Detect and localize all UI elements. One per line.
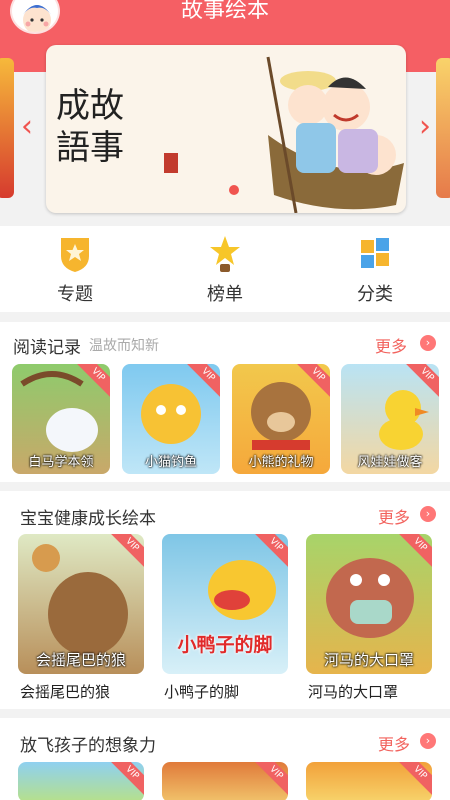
book-cover-title: 小熊的礼物 [248,455,314,470]
shield-star-icon [61,238,89,272]
carousel-indicator-dot[interactable] [229,185,239,195]
book-cover-title: 风娃娃做客 [357,455,423,470]
category-label: 专题 [57,284,93,305]
more-link[interactable]: 更多 [375,333,407,357]
book-cover-title: 白马学本领 [28,455,94,470]
chevron-right-icon[interactable]: › [410,112,440,142]
banner-illustration [164,56,404,213]
section-subtitle: 温故而知新 [89,338,159,354]
chevron-right-icon[interactable]: › [420,506,436,522]
book-card[interactable]: VIP [306,762,432,800]
book-card[interactable]: VIP [162,762,288,800]
book-title[interactable]: 会摇尾巴的狼 [20,681,110,702]
book-title[interactable]: 小鸭子的脚 [164,681,239,702]
vip-badge: VIP [252,762,288,797]
category-bar: 专题 榜单 分类 [0,226,450,312]
trophy-star-icon [210,236,240,272]
vip-badge: VIP [396,762,432,797]
book-title[interactable]: 河马的大口罩 [308,681,398,702]
reading-history-section: 阅读记录 温故而知新 更多 › VIP 白马学本领 VIP 小猫钓鱼 VIP 小… [0,322,450,482]
more-link[interactable]: 更多 [378,504,410,528]
book-cover-title: 小鸭子的脚 [177,634,273,656]
book-cover-title: 小猫钓鱼 [144,455,197,470]
section-title: 放飞孩子的想象力 [20,736,156,756]
health-growth-section: 宝宝健康成长绘本 更多 › VIP 会摇尾巴的狼 会摇尾巴的狼 VIP 小鸭子的… [0,491,450,709]
category-label: 分类 [357,284,393,305]
category-topics[interactable]: 专题 [30,232,120,306]
book-card[interactable]: VIP 白马学本领 [12,364,110,474]
blocks-icon [361,238,389,268]
book-card[interactable]: VIP 小鸭子的脚 [162,534,288,674]
book-cover-title: 会摇尾巴的狼 [35,651,126,669]
book-card[interactable]: VIP 会摇尾巴的狼 [18,534,144,674]
chevron-right-icon[interactable]: › [420,733,436,749]
category-rankings[interactable]: 榜单 [180,232,270,306]
avatar[interactable] [10,0,60,34]
page-title: 故事绘本 [180,0,269,23]
section-title: 宝宝健康成长绘本 [20,509,156,529]
book-card[interactable]: VIP [18,762,144,800]
book-card[interactable]: VIP 河马的大口罩 [306,534,432,674]
category-label: 榜单 [207,284,243,305]
chevron-right-icon[interactable]: › [420,335,436,351]
section-title: 阅读记录 [13,338,81,358]
imagination-section: 放飞孩子的想象力 更多 › VIP VIP VIP [0,718,450,800]
more-link[interactable]: 更多 [378,731,410,755]
chevron-left-icon[interactable]: ‹ [12,112,42,142]
book-card[interactable]: VIP 风娃娃做客 [341,364,439,474]
book-card[interactable]: VIP 小熊的礼物 [232,364,330,474]
category-classify[interactable]: 分类 [330,232,420,306]
vip-badge: VIP [108,762,144,797]
book-cover-title: 河马的大口罩 [323,651,414,669]
banner-slide[interactable]: 成故 語事 [46,45,406,213]
banner-carousel[interactable]: 成故 語事 ‹ › [0,40,450,226]
book-card[interactable]: VIP 小猫钓鱼 [122,364,220,474]
